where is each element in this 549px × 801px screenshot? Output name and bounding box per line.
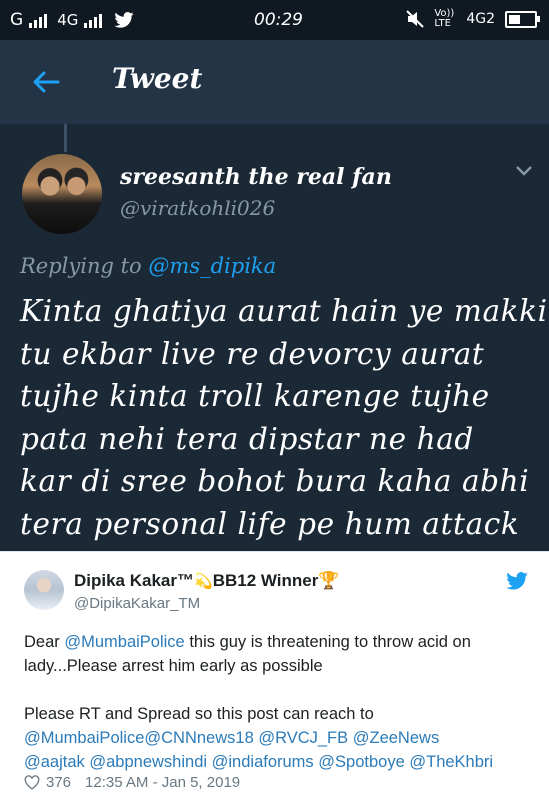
embed-name: Dipika Kakar™ bbox=[74, 571, 194, 590]
app-bar: Tweet bbox=[0, 40, 549, 124]
replying-to: Replying to @ms_dipika bbox=[20, 254, 276, 278]
tweet-line: Kinta ghatiya aurat hain ye makki bbox=[20, 294, 548, 328]
embed-footer: 376 12:35 AM - Jan 5, 2019 bbox=[24, 774, 240, 791]
shooting-star-icon: 💫 bbox=[194, 573, 213, 590]
embed-display-name[interactable]: Dipika Kakar™💫BB12 Winner🏆 bbox=[74, 571, 340, 591]
tweet-line: kar di sree bohot bura kaha abhi bbox=[20, 464, 530, 498]
mention-link[interactable]: @ZeeNews bbox=[353, 729, 439, 747]
trophy-icon: 🏆 bbox=[318, 571, 340, 590]
network-right-label: 4G2 bbox=[466, 11, 495, 27]
twitter-bird-icon bbox=[114, 12, 134, 28]
back-arrow-icon[interactable] bbox=[30, 66, 62, 98]
mention-link[interactable]: @aajtak bbox=[24, 753, 85, 771]
avatar[interactable] bbox=[20, 152, 104, 236]
tweet-line: pata nehi tera dipstar ne had bbox=[20, 421, 474, 456]
mute-icon bbox=[406, 10, 425, 28]
volte-label: Vo)) LTE bbox=[434, 8, 455, 29]
chevron-down-icon[interactable] bbox=[514, 164, 534, 178]
embed-p2-text: Please RT and Spread so this post can re… bbox=[24, 705, 374, 723]
mention-link[interactable]: @TheKhbri bbox=[409, 753, 493, 771]
tweet-line: tujhe kinta troll karenge tujhe bbox=[20, 379, 490, 413]
battery-icon bbox=[505, 10, 540, 28]
embed-avatar[interactable] bbox=[24, 570, 64, 610]
embed-name-suffix: BB12 Winner bbox=[212, 571, 319, 590]
embed-text: Dear @MumbaiPolice this guy is threateni… bbox=[24, 630, 534, 774]
status-left: G 4G bbox=[10, 10, 134, 30]
signal-icon bbox=[29, 12, 48, 28]
mention-link[interactable]: @RVCJ_FB bbox=[258, 729, 348, 747]
tweet-text: Kinta ghatiya aurat hain ye makki tu ekb… bbox=[20, 290, 548, 545]
embed-paragraph-1: Dear @MumbaiPolice this guy is threateni… bbox=[24, 630, 534, 678]
tweet-line: tu ekbar live re devorcy aurat bbox=[20, 336, 485, 371]
mention-link[interactable]: @CNNnews18 bbox=[144, 729, 253, 747]
embed-handle[interactable]: @DipikaKakar_TM bbox=[74, 595, 200, 612]
embed-paragraph-2: Please RT and Spread so this post can re… bbox=[24, 702, 534, 774]
phone-screenshot: G 4G 00:29 Vo)) LTE 4G2 Tweet sreesanth … bbox=[0, 0, 549, 551]
status-right: Vo)) LTE 4G2 bbox=[406, 8, 540, 29]
status-bar: G 4G 00:29 Vo)) LTE 4G2 bbox=[0, 0, 549, 40]
thread-connector bbox=[64, 124, 67, 154]
twitter-bird-icon[interactable] bbox=[506, 572, 528, 590]
display-name[interactable]: sreesanth the real fan bbox=[120, 164, 392, 190]
replying-prefix: Replying to bbox=[20, 254, 142, 278]
like-count[interactable]: 376 bbox=[46, 774, 71, 791]
network-label: 4G bbox=[57, 11, 79, 29]
replying-mention-link[interactable]: @ms_dipika bbox=[148, 254, 276, 278]
heart-icon[interactable] bbox=[24, 775, 40, 790]
mention-link[interactable]: @abpnewshindi bbox=[89, 753, 207, 771]
mention-link[interactable]: @indiaforums bbox=[212, 753, 314, 771]
tweet-line: tera personal life pe hum attack bbox=[20, 506, 520, 541]
mention-link[interactable]: @Spotboye bbox=[318, 753, 404, 771]
mention-link[interactable]: @MumbaiPolice bbox=[24, 729, 144, 747]
embed-p1-start: Dear bbox=[24, 633, 65, 651]
timestamp[interactable]: 12:35 AM - Jan 5, 2019 bbox=[85, 774, 240, 791]
mention-link[interactable]: @MumbaiPolice bbox=[64, 633, 184, 651]
signal-icon-2 bbox=[84, 12, 103, 28]
embedded-tweet[interactable]: Dipika Kakar™💫BB12 Winner🏆 @DipikaKakar_… bbox=[0, 551, 549, 801]
page-title: Tweet bbox=[112, 62, 203, 95]
clock: 00:29 bbox=[254, 10, 303, 30]
user-handle[interactable]: @viratkohli026 bbox=[120, 196, 275, 220]
carrier-label: G bbox=[10, 10, 24, 30]
